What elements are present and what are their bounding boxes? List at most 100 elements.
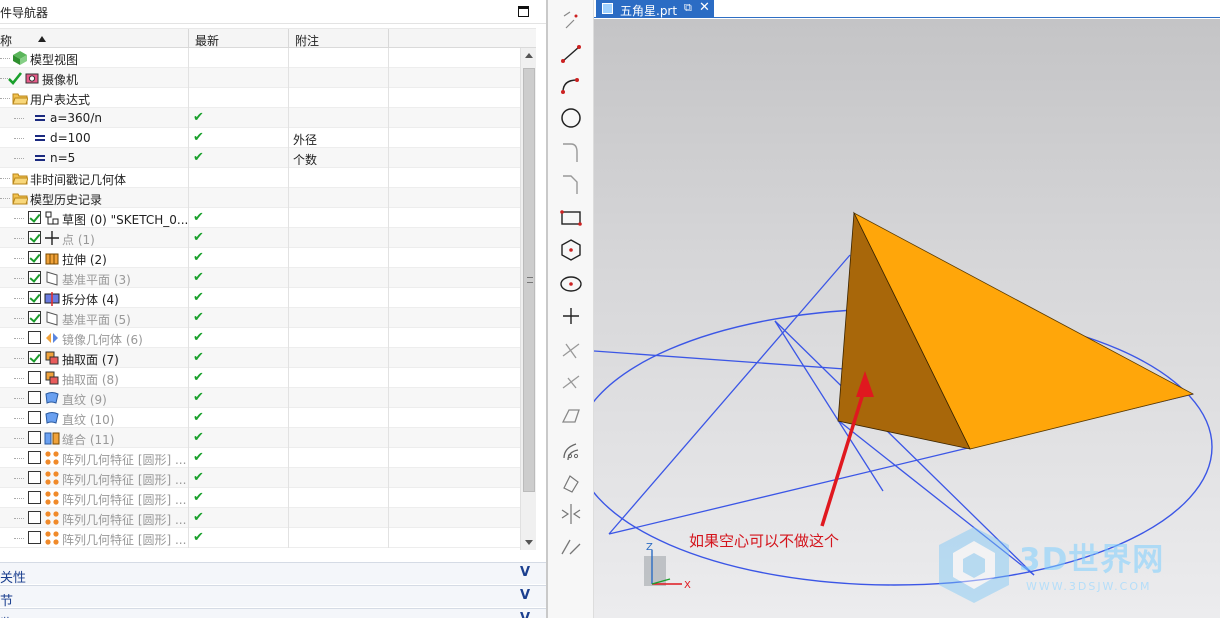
- cell-divider: [188, 268, 189, 288]
- profile-icon[interactable]: [556, 8, 586, 36]
- tree-row-label: 模型历史记录: [30, 193, 103, 207]
- tree-row[interactable]: 直纹 (10) ✔: [0, 408, 520, 428]
- line-icon[interactable]: [556, 40, 586, 68]
- tree-row[interactable]: 阵列几何特征 [圆形] ... ✔: [0, 448, 520, 468]
- fillet-icon[interactable]: [556, 138, 586, 166]
- tree-row[interactable]: 模型历史记录: [0, 188, 520, 208]
- chevron-down-icon[interactable]: V: [520, 565, 530, 580]
- tree-row[interactable]: 用户表达式: [0, 88, 520, 108]
- maximize-icon[interactable]: [518, 6, 529, 17]
- model-scene[interactable]: Z X: [594, 19, 1220, 618]
- quick-extend-icon[interactable]: [556, 368, 586, 396]
- pin-icon[interactable]: ⧉: [684, 1, 692, 15]
- sort-ascending-icon[interactable]: [38, 36, 46, 42]
- column-separator[interactable]: [288, 29, 289, 49]
- graphics-viewport[interactable]: Z X 如果空心可以不做这个 3D世界网 WWW.3DSJW.COM: [594, 19, 1220, 618]
- cell-divider: [388, 108, 389, 128]
- tree-row[interactable]: 摄像机: [0, 68, 520, 88]
- ellipse-icon[interactable]: [556, 270, 586, 298]
- arc-icon[interactable]: [556, 72, 586, 100]
- visibility-checkbox[interactable]: [28, 331, 41, 344]
- tree-row[interactable]: 直纹 (9) ✔: [0, 388, 520, 408]
- tree-row[interactable]: d=100 ✔ 外径: [0, 128, 520, 148]
- tree-connector: [0, 198, 10, 199]
- mirror-curve-icon[interactable]: [556, 500, 586, 528]
- visibility-checkbox[interactable]: [28, 431, 41, 444]
- visibility-checkbox[interactable]: [28, 511, 41, 524]
- cell-divider: [388, 328, 389, 348]
- column-separator[interactable]: [188, 29, 189, 49]
- tree-row-label: n=5: [50, 151, 76, 165]
- tab-part-file[interactable]: 五角星.prt ⧉ ✕: [596, 0, 714, 18]
- cell-divider: [388, 268, 389, 288]
- visibility-checkbox[interactable]: [28, 231, 41, 244]
- tree-row[interactable]: 抽取面 (8) ✔: [0, 368, 520, 388]
- checkmark-icon[interactable]: [7, 70, 23, 86]
- panel-details[interactable]: 细节 V: [0, 585, 546, 609]
- scroll-down-icon[interactable]: [525, 540, 533, 545]
- tree-row[interactable]: 基准平面 (3) ✔: [0, 268, 520, 288]
- visibility-checkbox[interactable]: [28, 251, 41, 264]
- panel-dependencies[interactable]: 相关性 V: [0, 562, 546, 586]
- rectangle-icon[interactable]: [556, 204, 586, 232]
- navigator-scrollbar[interactable]: [520, 48, 536, 550]
- cell-divider: [188, 48, 189, 68]
- column-latest-header[interactable]: 最新: [195, 32, 219, 49]
- tree-row[interactable]: 镜像几何体 (6) ✔: [0, 328, 520, 348]
- column-note-header[interactable]: 附注: [295, 32, 319, 49]
- pattern-curve-icon[interactable]: [556, 468, 586, 496]
- column-separator[interactable]: [388, 29, 389, 49]
- panel-preview[interactable]: 预览 V: [0, 608, 546, 618]
- cell-divider: [388, 288, 389, 308]
- visibility-checkbox[interactable]: [28, 311, 41, 324]
- tree-row[interactable]: 拉伸 (2) ✔: [0, 248, 520, 268]
- tree-row[interactable]: 阵列几何特征 [圆形] ... ✔: [0, 468, 520, 488]
- visibility-checkbox[interactable]: [28, 211, 41, 224]
- close-icon[interactable]: ✕: [699, 0, 710, 15]
- visibility-checkbox[interactable]: [28, 491, 41, 504]
- tree-row[interactable]: 缝合 (11) ✔: [0, 428, 520, 448]
- tree-row[interactable]: 阵列几何特征 [圆形] ... ✔: [0, 508, 520, 528]
- scroll-thumb[interactable]: [523, 68, 535, 492]
- make-corner-icon[interactable]: [556, 402, 586, 430]
- visibility-checkbox[interactable]: [28, 471, 41, 484]
- visibility-checkbox[interactable]: [28, 371, 41, 384]
- circle-icon[interactable]: [556, 104, 586, 132]
- chevron-down-icon[interactable]: V: [520, 588, 530, 603]
- point-icon[interactable]: [556, 302, 586, 330]
- tree-row[interactable]: a=360/n ✔: [0, 108, 520, 128]
- polygon-icon[interactable]: [556, 236, 586, 264]
- tree-connector: [0, 58, 10, 59]
- tree-row[interactable]: 草图 (0) "SKETCH_0... ✔: [0, 208, 520, 228]
- tree-connector: [14, 298, 24, 299]
- sketch-icon: [44, 210, 60, 226]
- tree-row[interactable]: 抽取面 (7) ✔: [0, 348, 520, 368]
- expression-icon: [32, 150, 48, 166]
- tree-row-label: 阵列几何特征 [圆形] ...: [62, 473, 187, 487]
- constraints-icon[interactable]: [556, 532, 586, 560]
- offset-curve-icon[interactable]: [556, 436, 586, 464]
- visibility-checkbox[interactable]: [28, 451, 41, 464]
- tree-row[interactable]: 非时间戳记几何体: [0, 168, 520, 188]
- tree-row[interactable]: 阵列几何特征 [圆形] ... ✔: [0, 488, 520, 508]
- scroll-up-icon[interactable]: [525, 53, 533, 58]
- latest-checkmark-icon: ✔: [193, 210, 204, 225]
- tree-row[interactable]: 点 (1) ✔: [0, 228, 520, 248]
- chamfer-icon[interactable]: [556, 170, 586, 198]
- visibility-checkbox[interactable]: [28, 411, 41, 424]
- visibility-checkbox[interactable]: [28, 391, 41, 404]
- visibility-checkbox[interactable]: [28, 291, 41, 304]
- column-name-header[interactable]: 名称: [0, 32, 12, 49]
- visibility-checkbox[interactable]: [28, 351, 41, 364]
- visibility-checkbox[interactable]: [28, 271, 41, 284]
- cell-divider: [188, 88, 189, 108]
- tree-row[interactable]: 阵列几何特征 [圆形] ... ✔: [0, 528, 520, 548]
- chevron-down-icon[interactable]: V: [520, 611, 530, 618]
- visibility-checkbox[interactable]: [28, 531, 41, 544]
- tree-row[interactable]: 拆分体 (4) ✔: [0, 288, 520, 308]
- tree-row[interactable]: 基准平面 (5) ✔: [0, 308, 520, 328]
- tree-row[interactable]: n=5 ✔ 个数: [0, 148, 520, 168]
- tree-row[interactable]: 模型视图: [0, 48, 520, 68]
- quick-trim-icon[interactable]: [556, 336, 586, 364]
- latest-checkmark-icon: ✔: [193, 130, 204, 145]
